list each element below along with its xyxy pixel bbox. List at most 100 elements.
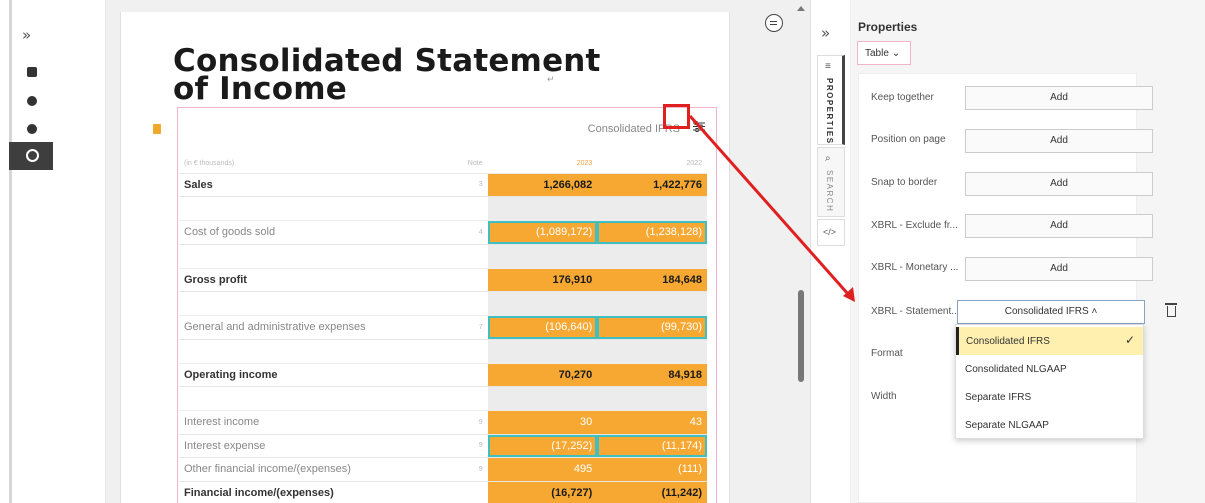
xbrl-exclude-add-button[interactable]: Add (965, 214, 1153, 238)
spacer-row (179, 339, 707, 364)
value-2023[interactable]: 1,266,082 (487, 172, 598, 197)
value-2022[interactable]: (11,242) (597, 480, 707, 503)
header-2023: 2023 (487, 155, 598, 174)
table-header-row: (in € thousands) Note 2023 2022 (179, 155, 707, 174)
search-icon: ⌕ (825, 153, 831, 164)
value-2022[interactable]: 43 (597, 410, 707, 435)
keep-together-add-button[interactable]: Add (965, 86, 1153, 110)
value-2022[interactable]: (111) (597, 457, 707, 482)
tab-properties[interactable]: ≡ PROPERTIES (817, 55, 845, 145)
value-2023[interactable]: 176,910 (487, 267, 598, 292)
tab-code[interactable]: </> (817, 219, 845, 246)
row-note: 3 (462, 172, 488, 197)
table-row[interactable]: Cost of goods sold 4 (1,089,172) (1,238,… (179, 220, 707, 245)
table-row[interactable]: Interest expense 9 (17,252) (11,174) (179, 434, 707, 458)
snap-add-button[interactable]: Add (965, 172, 1153, 196)
value-2023[interactable]: (17,252) (487, 434, 598, 458)
table-row[interactable]: Other financial income/(expenses) 9 495 … (179, 457, 707, 482)
row-label: Cost of goods sold (179, 220, 463, 245)
prop-label: Snap to border (871, 177, 938, 188)
value-2023[interactable]: 70,270 (487, 362, 598, 387)
sliders-icon (693, 121, 705, 132)
value-2023[interactable]: 495 (487, 457, 598, 482)
table-row[interactable]: Interest income 9 30 43 (179, 410, 707, 435)
element-type-select[interactable]: Table ⌄ (857, 41, 911, 65)
annotation-highlight-box (663, 104, 690, 129)
title-line-2: of Income (173, 71, 347, 107)
xbrl-statement-label: XBRL - Statement... (871, 306, 960, 317)
value-2023[interactable]: (1,089,172) (487, 220, 598, 245)
prop-label: XBRL - Exclude fr... (871, 220, 958, 231)
spacer-row (179, 386, 707, 411)
circle-icon[interactable] (27, 124, 37, 134)
income-statement-table: (in € thousands) Note 2023 2022 Sales 3 … (179, 155, 707, 503)
table-row[interactable]: General and administrative expenses 7 (1… (179, 315, 707, 340)
row-label: Gross profit (179, 267, 463, 292)
value-2022[interactable]: (1,238,128) (597, 220, 707, 245)
table-row[interactable]: Sales 3 1,266,082 1,422,776 (179, 172, 707, 197)
dropdown-option[interactable]: Separate IFRS (956, 383, 1143, 411)
chevron-up-icon: ˄ (1091, 306, 1098, 317)
value-2023[interactable]: 30 (487, 410, 598, 435)
page-title[interactable]: Consolidated Statement of Income (173, 46, 601, 107)
ring-icon (26, 149, 39, 162)
expand-right-icon[interactable]: » (821, 24, 830, 42)
left-rail: » (0, 0, 106, 503)
app-window: » Consolidated Statement of Income ↵ Con… (0, 0, 1205, 503)
page-icon[interactable] (27, 67, 37, 77)
row-label: Other financial income/(expenses) (179, 457, 463, 482)
dropdown-option[interactable]: Separate NLGAAP (956, 411, 1143, 439)
row-label: Sales (179, 172, 463, 197)
header-2022: 2022 (597, 155, 707, 174)
element-type-value: Table (865, 48, 889, 59)
row-note (462, 362, 488, 387)
properties-title: Properties (858, 20, 918, 34)
xbrl-statement-value: Consolidated IFRS (1004, 306, 1089, 317)
tab-search-label: SEARCH (825, 170, 834, 213)
row-label: General and administrative expenses (179, 315, 463, 340)
row-note: 7 (462, 315, 488, 340)
dollar-icon[interactable] (27, 96, 37, 106)
row-note (462, 480, 488, 503)
value-2022[interactable]: 84,918 (597, 362, 707, 387)
prop-label: Position on page (871, 134, 946, 145)
row-note: 9 (462, 457, 488, 482)
row-note (462, 267, 488, 292)
document-page: Consolidated Statement of Income ↵ Conso… (120, 12, 730, 503)
scrollbar-thumb[interactable] (798, 290, 804, 382)
tab-properties-label: PROPERTIES (825, 78, 834, 145)
header-note: Note (462, 155, 488, 174)
comment-icon[interactable] (765, 14, 783, 32)
dropdown-option-selected[interactable]: Consolidated IFRS ✓ (956, 327, 1143, 355)
value-2022[interactable]: 184,648 (597, 267, 707, 292)
note-icon[interactable] (153, 124, 161, 134)
row-note: 4 (462, 220, 488, 245)
value-2023[interactable]: (16,727) (487, 480, 598, 503)
dropdown-option[interactable]: Consolidated NLGAAP (956, 355, 1143, 383)
spacer-row (179, 291, 707, 316)
document-area: Consolidated Statement of Income ↵ Conso… (106, 0, 746, 503)
value-2023[interactable]: (106,640) (487, 315, 598, 340)
value-2022[interactable]: 1,422,776 (597, 172, 707, 197)
tab-search[interactable]: ⌕ SEARCH (817, 147, 845, 217)
table-row[interactable]: Operating income 70,270 84,918 (179, 362, 707, 387)
format-label: Format (871, 348, 903, 359)
position-add-button[interactable]: Add (965, 129, 1153, 153)
xbrl-statement-select[interactable]: Consolidated IFRS ˄ (957, 300, 1145, 324)
check-icon: ✓ (1124, 333, 1135, 347)
scroll-up-arrow[interactable] (797, 6, 805, 11)
statement-dropdown: Consolidated IFRS ✓ Consolidated NLGAAP … (955, 324, 1144, 439)
expand-left-icon[interactable]: » (22, 26, 31, 44)
table-row[interactable]: Financial income/(expenses) (16,727) (11… (179, 480, 707, 503)
xbrl-monetary-add-button[interactable]: Add (965, 257, 1153, 281)
row-label: Interest income (179, 410, 463, 435)
value-2022[interactable]: (99,730) (597, 315, 707, 340)
spacer-row (179, 196, 707, 221)
width-label: Width (871, 391, 897, 402)
spacer-row (179, 244, 707, 269)
table-row[interactable]: Gross profit 176,910 184,648 (179, 267, 707, 292)
table-settings-icon[interactable] (690, 119, 708, 137)
value-2022[interactable]: (11,174) (597, 434, 707, 458)
trash-icon[interactable] (1165, 303, 1177, 317)
row-label: Operating income (179, 362, 463, 387)
